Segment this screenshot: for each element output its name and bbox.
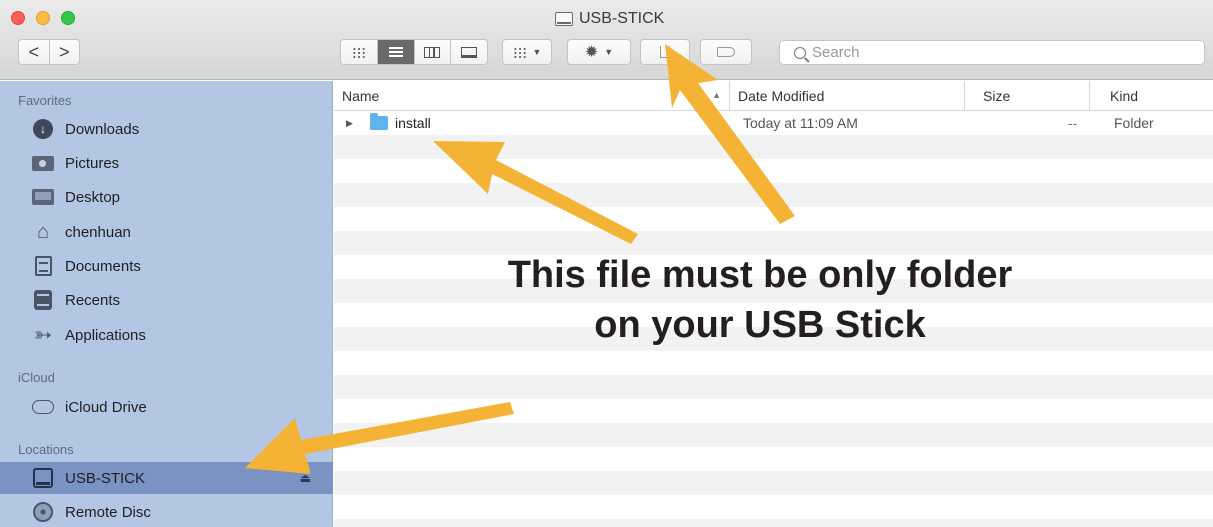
share-icon [660, 46, 670, 58]
eject-icon[interactable]: ⏏ [300, 471, 311, 485]
window-title: USB-STICK [555, 8, 664, 30]
minimize-window-button[interactable] [36, 11, 50, 25]
tag-button[interactable] [700, 39, 752, 65]
sort-ascending-icon: ▲ [712, 90, 721, 100]
sidebar-item-label: chenhuan [65, 223, 131, 241]
tag-icon [717, 47, 735, 57]
sidebar-item-label: Desktop [65, 188, 121, 206]
sidebar-section-favorites: Favorites [18, 93, 72, 108]
file-date-modified: Today at 11:09 AM [743, 115, 858, 131]
zoom-window-button[interactable] [61, 11, 75, 25]
home-icon: ⌂ [36, 221, 50, 243]
sidebar-item-label: iCloud Drive [65, 398, 147, 416]
action-button[interactable]: ✹ ▼ [567, 39, 631, 65]
applications-icon: ➳ [33, 322, 53, 347]
sidebar-item-label: Applications [65, 326, 146, 344]
desktop-icon [32, 189, 54, 205]
sidebar-item-label: Pictures [65, 154, 120, 172]
sidebar-item-label: Remote Disc [65, 503, 151, 521]
sidebar-item-label: USB-STICK [65, 469, 146, 487]
column-header-name[interactable]: Name ▲ [334, 81, 730, 111]
window-title-text: USB-STICK [579, 10, 665, 27]
arrange-button[interactable]: ▼ [502, 39, 552, 65]
gear-icon: ✹ [584, 44, 599, 61]
sidebar-item-applications[interactable]: ➳ Applications [0, 319, 333, 351]
sidebar-item-icloud-drive[interactable]: iCloud Drive [0, 391, 333, 423]
search-field[interactable] [779, 40, 1205, 65]
gallery-view-button[interactable] [451, 40, 487, 64]
column-header-size[interactable]: Size [965, 81, 1090, 111]
sidebar: Favorites ↓ Downloads Pictures Desktop ⌂… [0, 81, 333, 527]
view-mode-control [340, 39, 488, 65]
chevron-down-icon: ▼ [604, 47, 614, 57]
usb-drive-icon [33, 468, 53, 488]
folder-icon [370, 113, 388, 130]
annotation-line-1: This file must be only folder [507, 254, 1013, 296]
sidebar-item-recents[interactable]: Recents [0, 284, 333, 316]
file-name: install [395, 115, 431, 131]
back-button[interactable]: < [19, 42, 49, 62]
icon-view-button[interactable] [341, 40, 378, 64]
column-view-button[interactable] [415, 40, 452, 64]
arrange-grid-icon [512, 46, 527, 58]
icon-view-icon [351, 46, 366, 58]
sidebar-item-remote-disc[interactable]: Remote Disc [0, 496, 333, 527]
column-header: Name ▲ Date Modified Size Kind [334, 81, 1213, 111]
disclosure-triangle-icon[interactable]: ▶ [346, 118, 353, 129]
recents-icon [34, 290, 52, 310]
column-header-date-modified[interactable]: Date Modified [730, 81, 965, 111]
sidebar-item-label: Documents [65, 257, 141, 275]
column-header-kind[interactable]: Kind [1090, 81, 1213, 111]
gallery-view-icon [461, 46, 478, 58]
sidebar-section-locations: Locations [18, 442, 74, 457]
sidebar-section-icloud: iCloud [18, 370, 55, 385]
forward-button[interactable]: > [50, 42, 80, 62]
close-window-button[interactable] [11, 11, 25, 25]
search-input[interactable] [812, 44, 1192, 61]
list-view-button[interactable] [377, 40, 415, 64]
annotation-line-2: on your USB Stick [594, 304, 926, 346]
usb-drive-icon [555, 12, 573, 26]
sidebar-item-label: Downloads [65, 120, 140, 138]
cloud-icon [32, 400, 54, 414]
column-label: Date Modified [738, 88, 825, 104]
sidebar-item-usb-stick[interactable]: USB-STICK ⏏ [0, 462, 333, 494]
disc-icon [33, 502, 53, 522]
share-button[interactable] [640, 39, 690, 65]
sidebar-item-documents[interactable]: Documents [0, 250, 333, 282]
sidebar-item-downloads[interactable]: ↓ Downloads [0, 113, 333, 145]
sidebar-item-pictures[interactable]: Pictures [0, 147, 333, 179]
navigation-buttons: < > [18, 39, 80, 65]
list-view-icon [388, 47, 403, 57]
download-icon: ↓ [33, 119, 53, 139]
camera-icon [32, 155, 54, 171]
sidebar-item-label: Recents [65, 291, 121, 309]
annotation-text: This file must be only folder on your US… [360, 250, 1160, 350]
table-row[interactable]: ▶ install Today at 11:09 AM -- Folder [334, 111, 1213, 135]
file-size: -- [1068, 115, 1078, 131]
document-icon [34, 256, 52, 276]
column-view-icon [424, 46, 441, 58]
sidebar-item-desktop[interactable]: Desktop [0, 181, 333, 213]
sidebar-item-home[interactable]: ⌂ chenhuan [0, 216, 333, 248]
column-label: Name [342, 88, 380, 104]
toolbar: USB-STICK < > ▼ ✹ ▼ [0, 0, 1213, 80]
file-kind: Folder [1114, 115, 1154, 131]
column-label: Size [983, 88, 1011, 104]
column-label: Kind [1110, 88, 1139, 104]
search-icon [794, 46, 806, 59]
finder-window: USB-STICK < > ▼ ✹ ▼ Search Favorites ↓ D… [0, 0, 1213, 527]
chevron-down-icon: ▼ [532, 47, 542, 57]
